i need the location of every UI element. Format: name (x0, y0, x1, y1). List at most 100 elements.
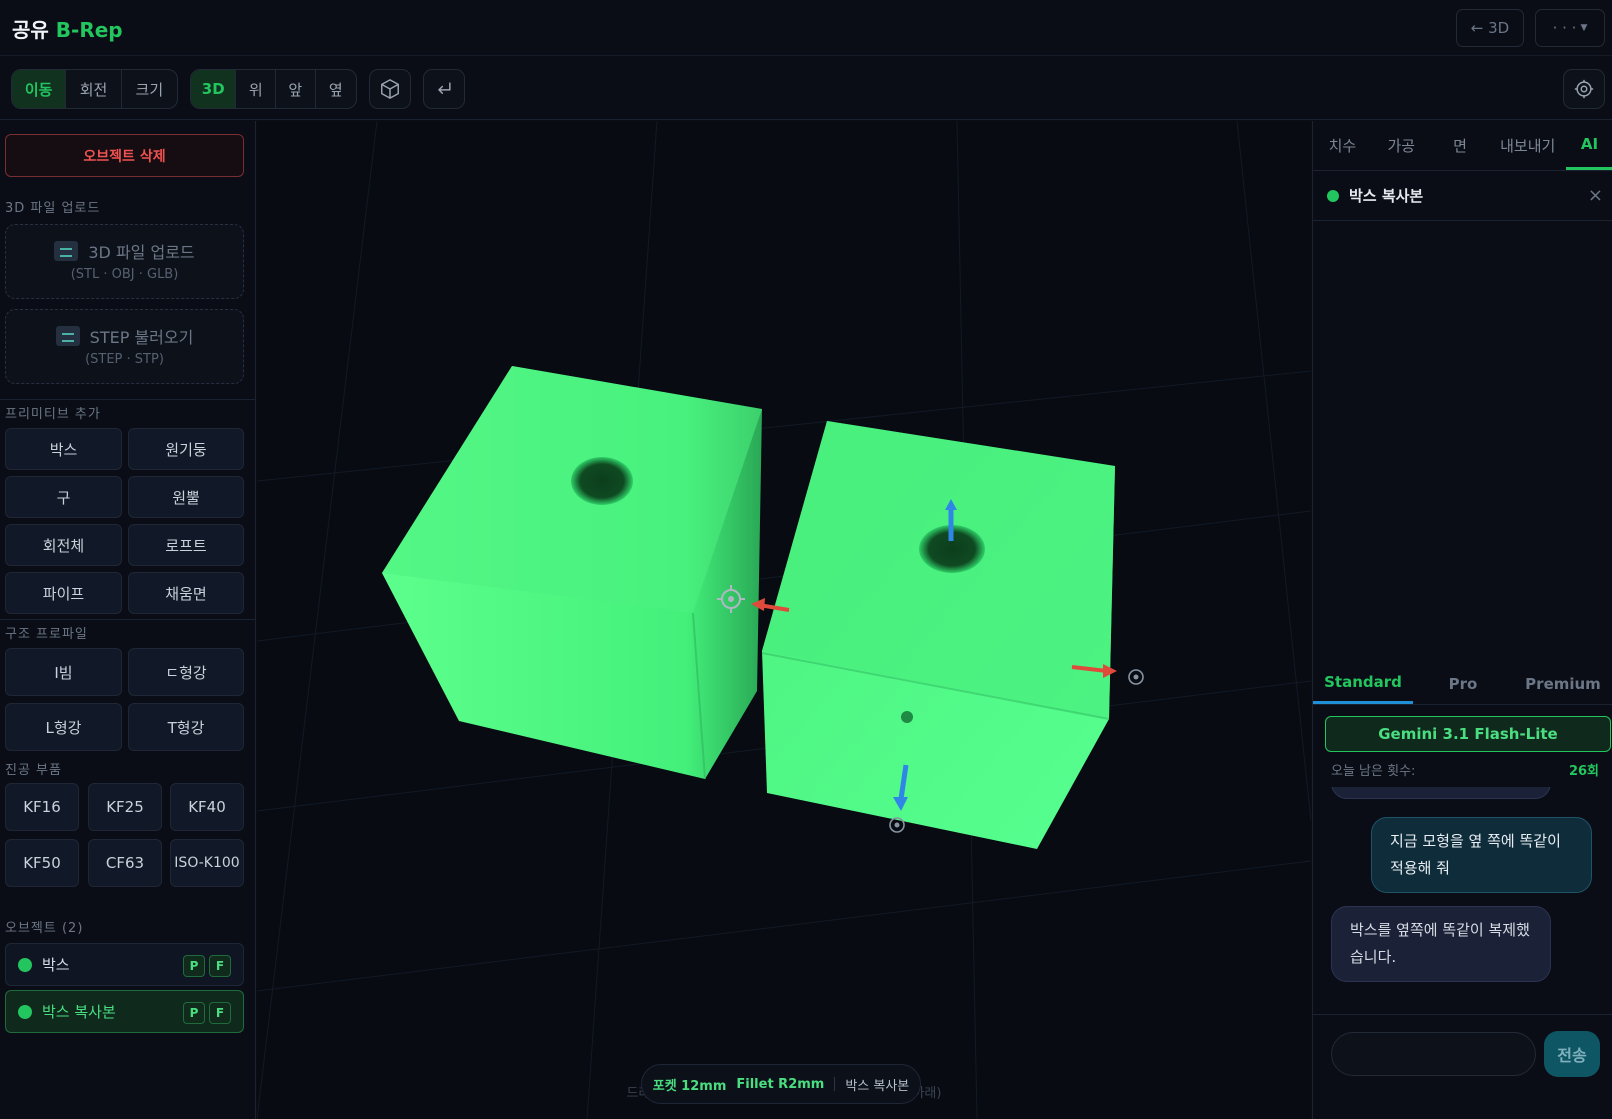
toolbar: 이동 회전 크기 3D 위 앞 옆 (0, 56, 1612, 120)
object-name: 박스 (42, 956, 70, 974)
add-sphere-button[interactable]: 구 (5, 476, 122, 518)
object-status-dot (18, 957, 32, 972)
add-cylinder-button[interactable]: 원기둥 (128, 428, 244, 470)
add-revolve-button[interactable]: 회전체 (5, 524, 122, 566)
box-copy-object[interactable] (761, 421, 1115, 849)
objects-section-title: 오브젝트 (2) (5, 921, 84, 936)
add-cf63-button[interactable]: CF63 (88, 839, 162, 887)
right-tabs: 치수 가공 면 내보내기 AI (1313, 121, 1612, 171)
chat-log[interactable]: 지금 모형을 옆 쪽에 똑같이 적용해 줘 박스를 옆쪽에 똑같이 복제했습니다… (1313, 787, 1612, 1014)
tab-faces[interactable]: 면 (1431, 121, 1490, 170)
app-logo: 공유 B-Rep (12, 14, 123, 43)
divider (834, 1077, 836, 1091)
back-to-3d-button[interactable]: ← 3D (1456, 9, 1524, 47)
tab-ai[interactable]: AI (1565, 121, 1612, 170)
add-kf40-button[interactable]: KF40 (170, 783, 244, 831)
settings-button[interactable] (1563, 69, 1605, 109)
chevron-down-icon: ▼ (1580, 23, 1588, 33)
add-loft-button[interactable]: 로프트 (128, 524, 244, 566)
primitive-section-title: 프리미티브 추가 (5, 407, 101, 422)
view-mode-group: 3D 위 앞 옆 (190, 69, 357, 109)
pocket-tag: P (183, 1002, 205, 1024)
top-header: 공유 B-Rep ← 3D · · · ▼ (0, 0, 1612, 56)
3d-viewport[interactable]: 드래그아래) 포켓 12mm Fillet R2mm 박스 복사본 (257, 121, 1311, 1119)
chat-message-user: 지금 모형을 옆 쪽에 똑같이 적용해 줘 (1371, 817, 1592, 893)
fillet-tag: F (209, 1002, 231, 1024)
cube-view-button[interactable] (369, 69, 411, 109)
upload-section-title: 3D 파일 업로드 (5, 201, 101, 216)
add-iso-k100-button[interactable]: ISO-K100 (170, 839, 244, 887)
fillet-status: Fillet R2mm (736, 1076, 825, 1092)
file-icon (55, 326, 80, 346)
add-t-bar-button[interactable]: T형강 (128, 703, 244, 751)
cube-icon (381, 79, 399, 99)
add-pipe-button[interactable]: 파이프 (5, 572, 122, 614)
step-formats: (STEP · STP) (85, 352, 164, 367)
undo-button[interactable] (423, 69, 465, 109)
transform-mode-group: 이동 회전 크기 (11, 69, 178, 109)
viewport-status-bar: 포켓 12mm Fillet R2mm 박스 복사본 (641, 1064, 921, 1104)
mode-rotate-button[interactable]: 회전 (66, 70, 122, 108)
upload-title: 3D 파일 업로드 (88, 243, 195, 262)
fillet-tag: F (209, 955, 231, 977)
chat-input-bar: 전송 (1313, 1014, 1612, 1119)
model-tier-tabs: Standard Pro Premium (1313, 663, 1612, 705)
view-front-button[interactable]: 앞 (276, 70, 316, 108)
add-i-beam-button[interactable]: I빔 (5, 648, 122, 696)
add-box-button[interactable]: 박스 (5, 428, 122, 470)
box-object[interactable] (382, 366, 762, 780)
more-menu-button[interactable]: · · · ▼ (1535, 9, 1605, 47)
add-cone-button[interactable]: 원뿔 (128, 476, 244, 518)
add-kf25-button[interactable]: KF25 (88, 783, 162, 831)
back-label: ← 3D (1470, 19, 1510, 37)
remaining-count: 26회 (1568, 764, 1599, 779)
tier-standard[interactable]: Standard (1313, 663, 1413, 704)
add-fill-surface-button[interactable]: 채움면 (128, 572, 244, 614)
model-selector[interactable]: Gemini 3.1 Flash-Lite (1325, 716, 1611, 752)
add-channel-button[interactable]: ㄷ형강 (128, 648, 244, 696)
delete-object-button[interactable]: 오브젝트 삭제 (5, 134, 244, 177)
tab-machining[interactable]: 가공 (1372, 121, 1431, 170)
view-side-button[interactable]: 옆 (316, 70, 356, 108)
divider (0, 619, 256, 620)
app-root: 공유 B-Rep ← 3D · · · ▼ 이동 회전 크기 3D 위 앞 옆 (0, 0, 1612, 1119)
remaining-usage: 오늘 남은 횟수: 26회 (1331, 760, 1599, 779)
remaining-label: 오늘 남은 횟수: (1331, 764, 1416, 779)
upload-3d-file-dropzone[interactable]: 3D 파일 업로드 (STL · OBJ · GLB) (5, 224, 244, 299)
tab-export[interactable]: 내보내기 (1489, 121, 1565, 170)
tier-premium[interactable]: Premium (1513, 663, 1612, 704)
left-panel: 오브젝트 삭제 3D 파일 업로드 3D 파일 업로드 (STL · OBJ ·… (0, 121, 256, 1119)
view-top-button[interactable]: 위 (236, 70, 276, 108)
chat-message-partial (1331, 787, 1551, 799)
add-kf16-button[interactable]: KF16 (5, 783, 79, 831)
more-label: · · · (1552, 19, 1577, 37)
scene-canvas[interactable] (257, 121, 1311, 1119)
add-angle-button[interactable]: L형강 (5, 703, 122, 751)
profile-section-title: 구조 프로파일 (5, 627, 88, 642)
send-button[interactable]: 전송 (1544, 1031, 1600, 1077)
step-title: STEP 불러오기 (89, 328, 194, 347)
view-3d-button[interactable]: 3D (191, 70, 237, 108)
object-list-item[interactable]: 박스 P F (5, 943, 244, 986)
pocket-status: 포켓 12mm (652, 1078, 727, 1094)
chat-input[interactable] (1331, 1032, 1536, 1076)
tier-pro[interactable]: Pro (1413, 663, 1513, 704)
object-status-dot (18, 1004, 32, 1019)
file-icon (54, 241, 79, 261)
close-icon[interactable]: × (1588, 185, 1603, 206)
selected-object-header: 박스 복사본 × (1313, 171, 1612, 221)
object-name: 박스 복사본 (42, 1003, 116, 1021)
add-kf50-button[interactable]: KF50 (5, 839, 79, 887)
logo-accent: B-Rep (55, 18, 123, 42)
right-panel: 치수 가공 면 내보내기 AI 박스 복사본 × Standard Pro Pr… (1312, 121, 1612, 1119)
tab-dimensions[interactable]: 치수 (1313, 121, 1372, 170)
mode-move-button[interactable]: 이동 (12, 70, 67, 108)
divider (0, 399, 256, 400)
logo-main: 공유 (12, 18, 49, 42)
object-status-dot (1327, 189, 1339, 202)
upload-formats: (STL · OBJ · GLB) (70, 267, 179, 282)
mode-scale-button[interactable]: 크기 (122, 70, 177, 108)
vacuum-section-title: 진공 부품 (5, 763, 62, 778)
object-list-item-selected[interactable]: 박스 복사본 P F (5, 990, 244, 1033)
step-import-dropzone[interactable]: STEP 불러오기 (STEP · STP) (5, 309, 244, 384)
